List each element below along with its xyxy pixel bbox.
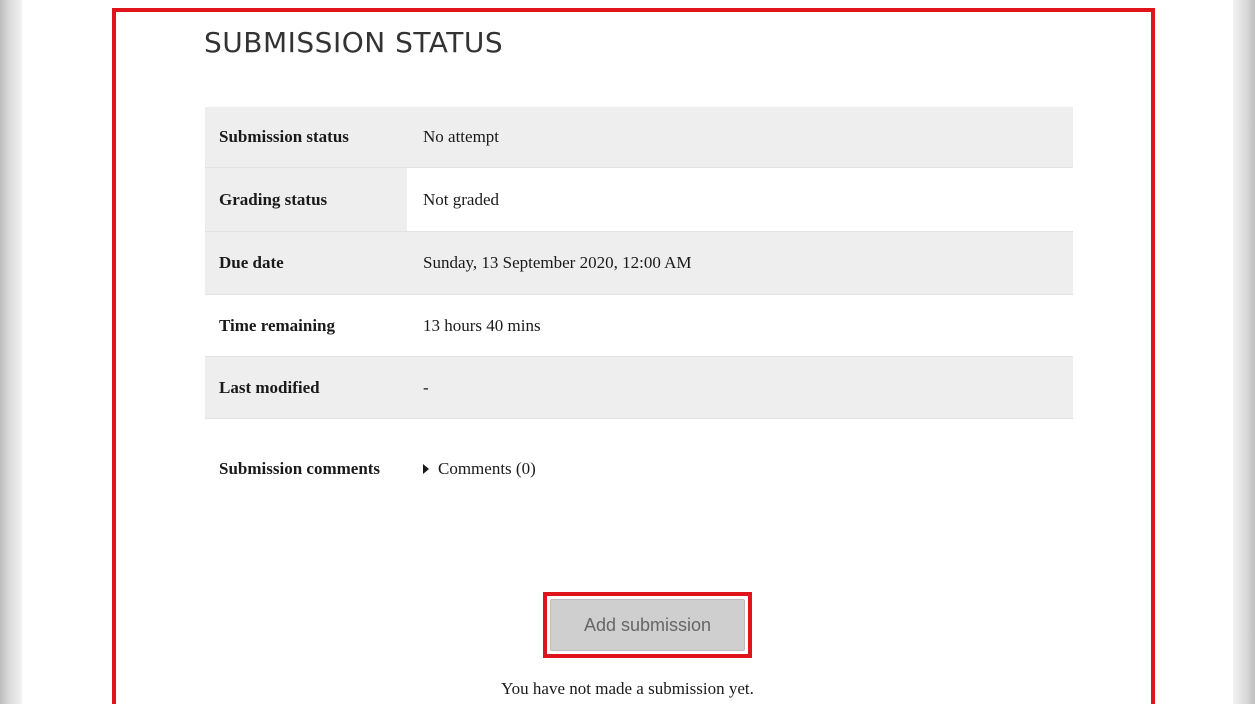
- section-title: SUBMISSION STATUS: [204, 26, 504, 59]
- row-value: Not graded: [407, 168, 1073, 231]
- add-submission-highlight: Add submission: [543, 592, 752, 658]
- table-row-due-date: Due date Sunday, 13 September 2020, 12:0…: [205, 232, 1073, 295]
- table-row-last-modified: Last modified -: [205, 357, 1073, 419]
- comments-toggle[interactable]: Comments (0): [423, 459, 536, 479]
- row-label: Submission comments: [219, 459, 381, 478]
- table-row-submission-comments: Submission comments Comments (0): [205, 419, 1073, 519]
- row-label: Submission status: [219, 127, 349, 146]
- comments-toggle-label: Comments (0): [438, 459, 536, 478]
- row-value: No attempt: [423, 127, 500, 146]
- submission-status-table: Submission status No attempt Grading sta…: [205, 107, 1073, 519]
- table-row-grading-status: Grading status Not graded: [205, 168, 1073, 232]
- row-value: Comments (0): [407, 419, 1073, 519]
- submission-note: You have not made a submission yet.: [501, 679, 754, 698]
- row-value: Sunday, 13 September 2020, 12:00 AM: [423, 253, 692, 272]
- row-label: Last modified: [219, 377, 320, 397]
- table-row-submission-status: Submission status No attempt: [205, 107, 1073, 168]
- table-row-time-remaining: Time remaining 13 hours 40 mins: [205, 295, 1073, 357]
- page: SUBMISSION STATUS Submission status No a…: [0, 0, 1255, 704]
- row-value: -: [423, 377, 429, 397]
- row-label: Due date: [219, 253, 284, 272]
- row-label: Grading status: [205, 168, 407, 231]
- add-submission-button[interactable]: Add submission: [550, 599, 745, 651]
- screenshot-edge-left: [0, 0, 22, 704]
- caret-right-icon: [423, 464, 429, 474]
- row-label: Time remaining: [219, 315, 336, 335]
- screenshot-edge-right: [1233, 0, 1255, 704]
- row-value: 13 hours 40 mins: [423, 315, 541, 335]
